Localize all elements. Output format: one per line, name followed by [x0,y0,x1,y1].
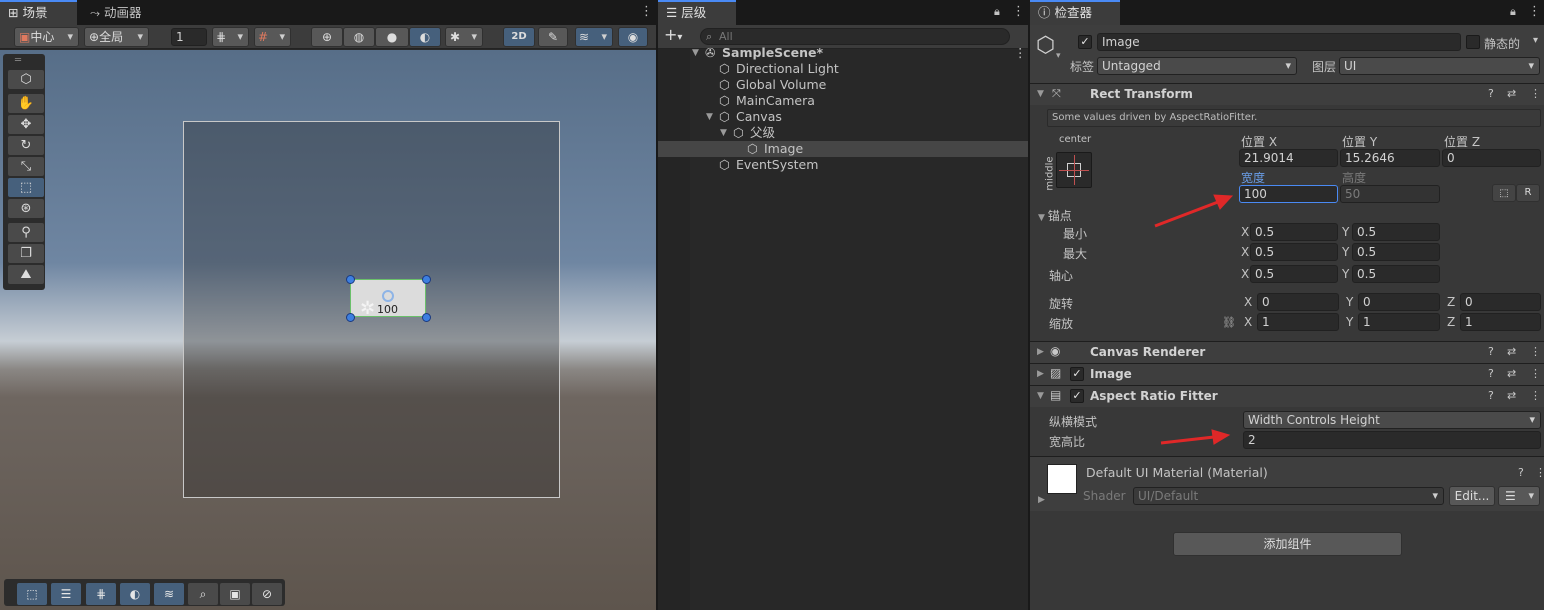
arrow-to-ratio [1160,429,1231,445]
arrow-to-width [1154,194,1234,228]
annotation-arrows [1154,194,1234,445]
